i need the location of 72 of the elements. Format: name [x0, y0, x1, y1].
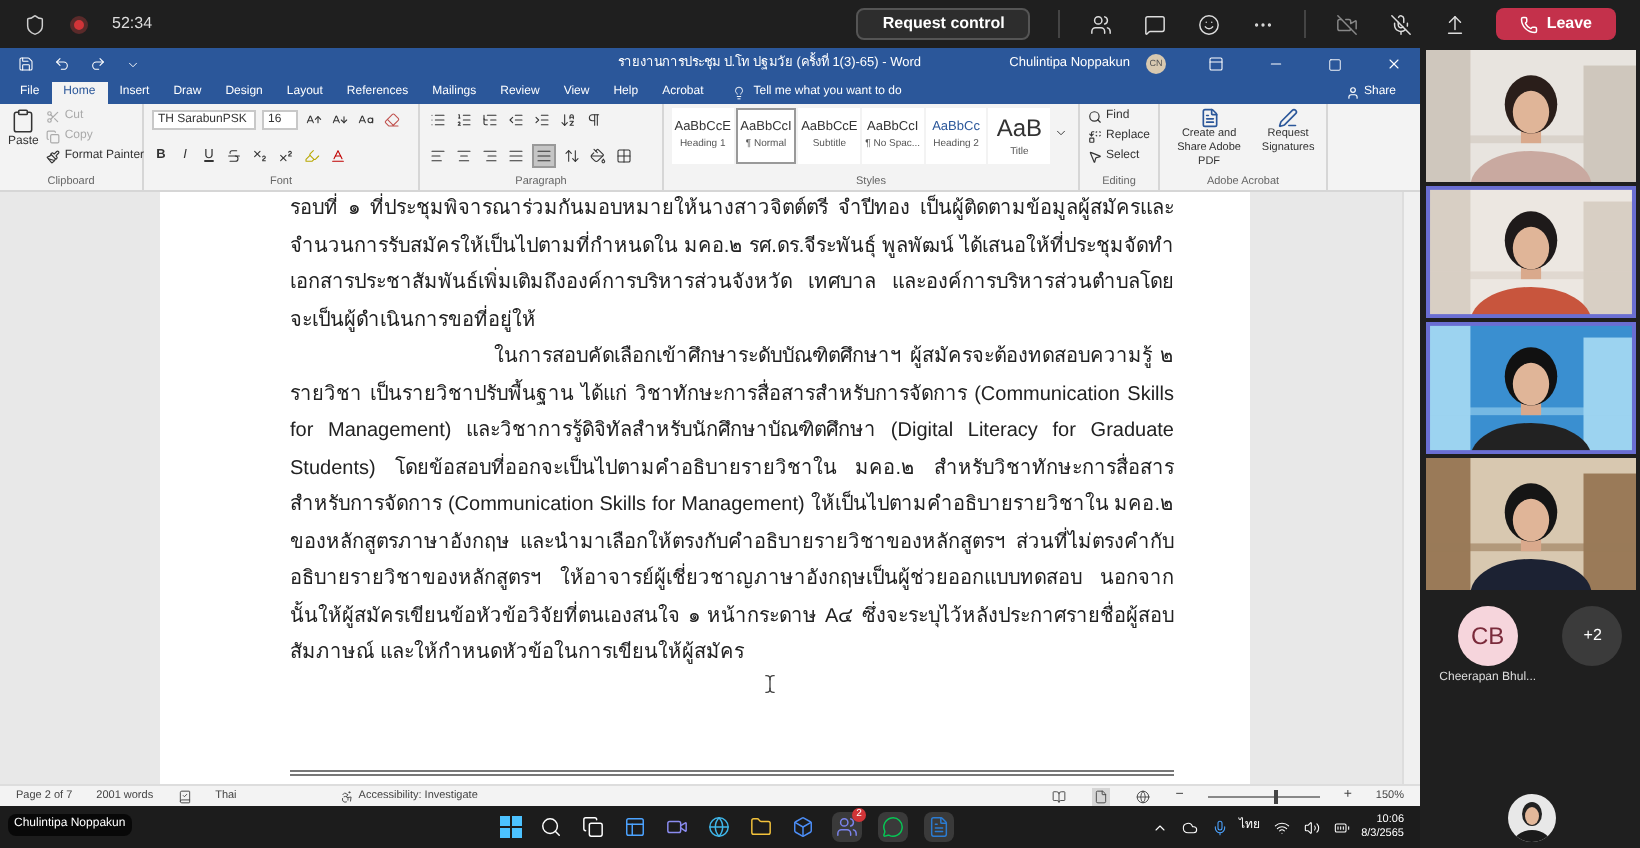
numbering-icon[interactable]	[454, 110, 474, 130]
scrollbar[interactable]	[1402, 192, 1420, 784]
phone-icon	[1520, 15, 1539, 33]
paintbrush-icon	[46, 150, 61, 164]
search-icon[interactable]	[538, 814, 564, 840]
text-cursor-icon	[760, 673, 780, 693]
close-icon[interactable]	[1384, 54, 1404, 74]
slider-thumb[interactable]	[1274, 789, 1279, 803]
wifi-icon[interactable]	[1271, 817, 1292, 837]
redo-icon[interactable]	[88, 54, 108, 74]
dropbox-icon[interactable]	[790, 814, 816, 840]
browser-icon[interactable]	[706, 814, 732, 840]
word-app-icon[interactable]	[926, 814, 952, 840]
search-icon	[1088, 110, 1102, 124]
document-paragraph: ในการสอบคัดเลือกเข้าศึกษาระดับบัณฑิตศึกษาฯ ผู้สมัครจะต้องทดสอบความรู้ ๒ รายวิชา เป็นรายวิชาปรับพื้นฐาน ได้แก่ วิชาทักษะการสื่อสารสำหรับการจัดการ (Communication Skills for Management) และวิชาการรู้ดิจิทัลสำหรับนักศึกษาบัณฑิตศึกษา (Digital Literacy for Graduate Students) โดยข้อสอบที่ออกจะเป็นไปตามคำอธิบายรายวิชาใน มคอ.๒ สำหรับวิชาทักษะการสื่อสารสำหรับการจัดการ (Communication Skills for Management) ให้เป็นไปตามคำอธิบายรายวิชาใน มคอ.๒ ของหลักสูตรภาษาอังกฤษ และนำมาเลือกให้ตรงกับคำอธิบายรายวิชาของหลักสูตรฯ ส่วนที่ไม่ตรงคำกับอธิบายรายวิชาของหลักสูตรฯ ให้อาจารย์ผู้เชี่ยวชาญภาษาอังกฤษเป็นผู้ช่วยออกแบบทดสอบ นอกจากนั้นให้ผู้สมัครเขียนข้อหัวข้อวิจัยที่ตนเองสนใจ ๑ หน้ากระดาษ A๔ ซึ่งจะระบุไว้หลังประกาศรายชื่อผู้สอบสัมภาษณ์ และให้กำหนดหัวข้อในการเขียนให้ผู้สมัคร	[290, 342, 1174, 668]
folder-icon[interactable]	[748, 814, 774, 840]
read-mode-icon[interactable]	[1049, 787, 1068, 805]
align-icon[interactable]	[454, 145, 474, 166]
mic-icon[interactable]	[1209, 817, 1230, 837]
clipboard-icon	[10, 108, 37, 134]
web-layout-icon[interactable]	[1133, 787, 1152, 805]
shield-icon	[24, 13, 46, 35]
align-icon[interactable]	[428, 145, 448, 166]
clear-format-icon[interactable]	[382, 110, 402, 130]
volume-icon[interactable]	[1301, 817, 1322, 837]
increase-indent-icon[interactable]	[532, 110, 552, 130]
copy-icon	[46, 130, 61, 144]
sort-icon[interactable]	[558, 110, 578, 130]
borders-icon[interactable]	[614, 145, 634, 166]
align-icon[interactable]	[480, 145, 500, 166]
teams-icon[interactable]	[834, 814, 860, 840]
print-layout-icon[interactable]	[1091, 787, 1110, 805]
person-icon	[1345, 86, 1360, 100]
font-color-icon[interactable]	[328, 145, 348, 166]
camera-off-icon[interactable]	[1334, 11, 1361, 37]
chat-icon[interactable]	[1142, 11, 1169, 37]
participant-avatar[interactable]: CB	[1457, 606, 1518, 666]
mic-off-icon[interactable]	[1388, 11, 1415, 37]
reactions-icon[interactable]	[1196, 11, 1223, 37]
request-control-button[interactable]: Request control	[856, 8, 1031, 40]
lightbulb-icon	[731, 86, 746, 100]
align-icon[interactable]	[532, 143, 556, 168]
cloud-icon[interactable]	[1179, 817, 1200, 837]
pilcrow-icon[interactable]	[584, 110, 604, 130]
proofing-icon	[177, 789, 192, 803]
widgets-icon[interactable]	[622, 814, 648, 840]
undo-icon[interactable]	[52, 54, 72, 74]
document-icon	[1199, 108, 1220, 128]
decrease-indent-icon[interactable]	[506, 110, 526, 130]
document-paragraph: รอบที่ ๑ ที่ประชุมพิจารณาร่วมกันมอบหมายให้นางสาวจิตต์ตรี จำปีทอง เป็นผู้ติดตามข้อมูลผู้สมัครและจำนวนการรับสมัครให้เป็นไปตามที่กำหนดใน มคอ.๒ รศ.ดร.จีระพันธุ์ พูลพัฒน์ ได้เสนอให้ที่ประชุมจัดทำเอกสารประชาสัมพันธ์เพิ่มเติมถึงองค์การบริหารส่วนจังหวัด เทศบาล และองค์การบริหารส่วนตำบลโดยจะเป็นผู้ดำเนินการขอที่อยู่ให้	[290, 192, 1174, 340]
superscript-icon[interactable]	[276, 145, 296, 166]
meeting-timer: 52:34	[112, 12, 153, 36]
line-spacing-icon[interactable]	[562, 145, 582, 166]
accessibility-icon	[340, 789, 355, 803]
task-view-icon[interactable]	[580, 814, 606, 840]
more-participants-button[interactable]: +2	[1562, 606, 1623, 666]
people-icon[interactable]	[1088, 11, 1115, 37]
windows-logo-icon[interactable]	[500, 816, 522, 838]
subscript-icon[interactable]	[250, 145, 270, 166]
save-icon[interactable]	[16, 54, 36, 74]
scissors-icon	[46, 110, 61, 124]
strikethrough-icon[interactable]	[224, 145, 244, 166]
maximize-icon[interactable]	[1326, 55, 1344, 73]
line-app-icon[interactable]	[880, 814, 906, 840]
multilevel-list-icon[interactable]	[480, 110, 500, 130]
pointer-icon	[1088, 150, 1102, 164]
align-icon[interactable]	[506, 145, 526, 166]
pen-icon	[1278, 108, 1299, 128]
ribbon-display-icon[interactable]	[1206, 54, 1226, 74]
leave-button[interactable]: Leave	[1496, 8, 1616, 40]
battery-icon[interactable]	[1331, 817, 1352, 837]
shading-icon[interactable]	[588, 145, 608, 166]
